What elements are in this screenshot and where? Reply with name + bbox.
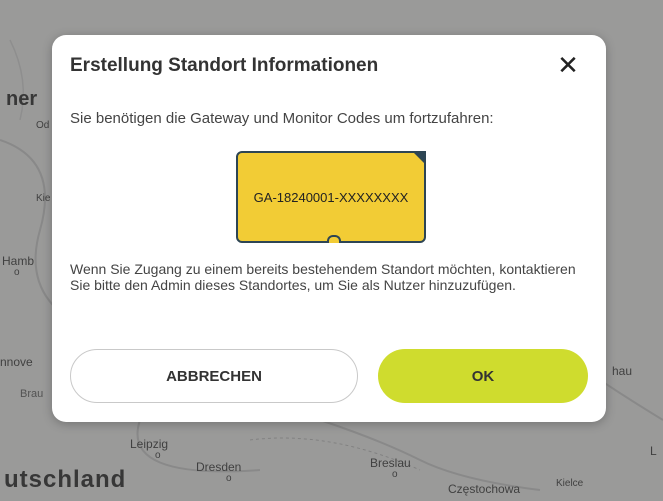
ok-button[interactable]: OK	[378, 349, 588, 403]
cancel-button[interactable]: ABBRECHEN	[70, 349, 358, 403]
card-notch	[327, 235, 341, 243]
dialog-info-text: Wenn Sie Zugang zu einem bereits bestehe…	[70, 261, 576, 293]
close-icon[interactable]: ✕	[556, 52, 580, 78]
dialog-title: Erstellung Standort Informationen	[70, 55, 379, 76]
create-location-dialog: Erstellung Standort Informationen ✕ Sie …	[52, 35, 606, 422]
card-corner-icon	[412, 151, 426, 165]
gateway-code-card: GA-18240001-XXXXXXXX	[236, 151, 426, 243]
dialog-intro-text: Sie benötigen die Gateway und Monitor Co…	[70, 110, 494, 127]
gateway-code-text: GA-18240001-XXXXXXXX	[253, 190, 409, 205]
